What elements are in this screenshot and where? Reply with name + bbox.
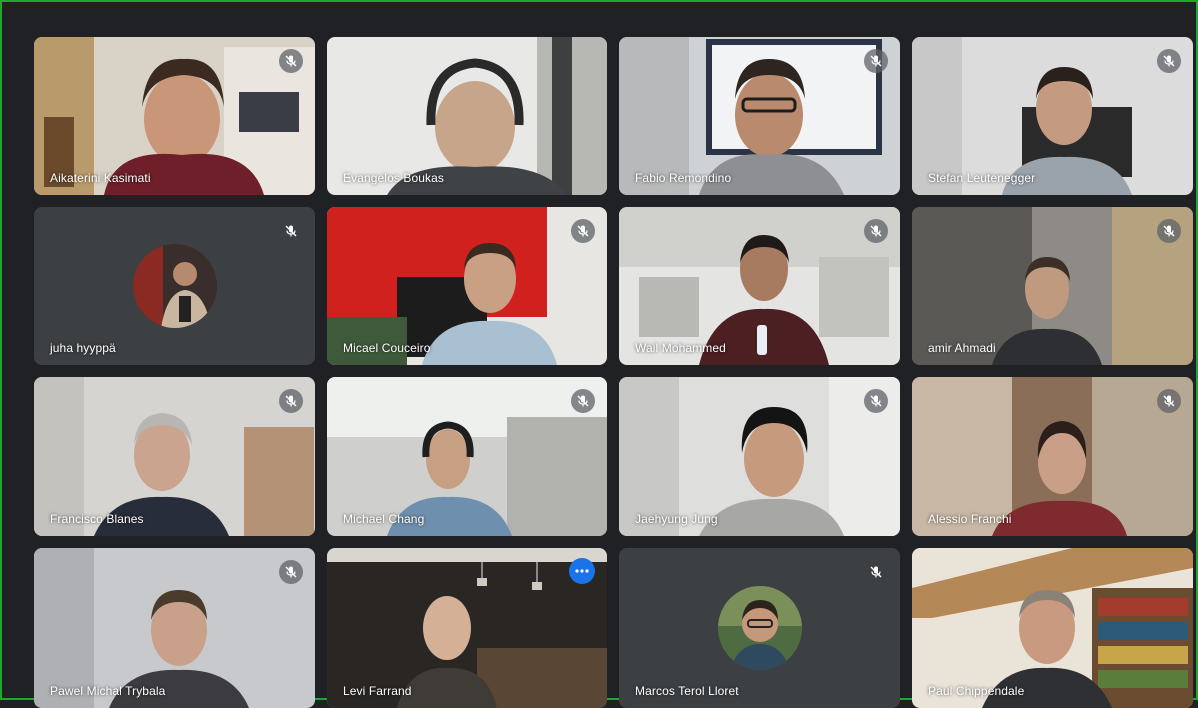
- mic-off-icon[interactable]: [864, 560, 888, 584]
- participant-name: Alessio Franchi: [928, 512, 1012, 526]
- participant-tile-wail-mohammed[interactable]: Wail Mohammed: [619, 207, 900, 365]
- participant-name: Aikaterini Kasimati: [50, 171, 151, 185]
- mic-off-icon[interactable]: [864, 49, 888, 73]
- mic-off-icon[interactable]: [571, 389, 595, 413]
- participant-tile-stefan-leutenegger[interactable]: Stefan Leutenegger: [912, 37, 1193, 195]
- participant-grid: Aikaterini Kasimati Evangelos Boukas Fab…: [34, 37, 1194, 708]
- participant-tile-paul-chippendale[interactable]: Paul Chippendale: [912, 548, 1193, 708]
- more-options-icon[interactable]: [569, 558, 595, 584]
- participant-tile-marcos-terol-lloret[interactable]: Marcos Terol Lloret: [619, 548, 900, 708]
- mic-off-icon[interactable]: [279, 49, 303, 73]
- participant-name: Evangelos Boukas: [343, 171, 444, 185]
- participant-tile-amir-ahmadi[interactable]: amir Ahmadi: [912, 207, 1193, 365]
- mic-off-icon[interactable]: [279, 560, 303, 584]
- participant-tile-fabio-remondino[interactable]: Fabio Remondino: [619, 37, 900, 195]
- participant-name: juha hyyppä: [50, 341, 116, 355]
- mic-off-icon[interactable]: [1157, 389, 1181, 413]
- mic-off-icon[interactable]: [571, 219, 595, 243]
- avatar: [717, 586, 802, 670]
- participant-tile-aikaterini-kasimati[interactable]: Aikaterini Kasimati: [34, 37, 315, 195]
- participant-name: Michael Chang: [343, 512, 425, 526]
- participant-tile-michael-chang[interactable]: Michael Chang: [327, 377, 607, 536]
- participant-name: Jaehyung Jung: [635, 512, 718, 526]
- avatar: [132, 244, 217, 328]
- mic-off-icon[interactable]: [1157, 219, 1181, 243]
- meeting-window: Aikaterini Kasimati Evangelos Boukas Fab…: [0, 0, 1198, 708]
- participant-name: Stefan Leutenegger: [928, 171, 1036, 185]
- participant-tile-levi-farrand[interactable]: Levi Farrand: [327, 548, 607, 708]
- participant-tile-evangelos-boukas[interactable]: Evangelos Boukas: [327, 37, 607, 195]
- participant-name: Levi Farrand: [343, 684, 412, 698]
- mic-off-icon[interactable]: [864, 389, 888, 413]
- mic-off-icon[interactable]: [864, 219, 888, 243]
- participant-name: amir Ahmadi: [928, 341, 996, 355]
- participant-name: Pawel Michal Trybala: [50, 684, 166, 698]
- mic-off-icon[interactable]: [279, 389, 303, 413]
- participant-tile-jaehyung-jung[interactable]: Jaehyung Jung: [619, 377, 900, 536]
- participant-name: Fabio Remondino: [635, 171, 732, 185]
- mic-off-icon[interactable]: [279, 219, 303, 243]
- participant-tile-alessio-franchi[interactable]: Alessio Franchi: [912, 377, 1193, 536]
- participant-tile-pawel-michal-trybala[interactable]: Pawel Michal Trybala: [34, 548, 315, 708]
- participant-name: Wail Mohammed: [635, 341, 726, 355]
- participant-tile-francisco-blanes[interactable]: Francisco Blanes: [34, 377, 315, 536]
- participant-tile-micael-couceiro[interactable]: Micael Couceiro: [327, 207, 607, 365]
- participant-name: Francisco Blanes: [50, 512, 144, 526]
- participant-tile-juha-hyyppa[interactable]: juha hyyppä: [34, 207, 315, 365]
- participant-name: Micael Couceiro: [343, 341, 431, 355]
- participant-name: Marcos Terol Lloret: [635, 684, 739, 698]
- participant-name: Paul Chippendale: [928, 684, 1025, 698]
- mic-off-icon[interactable]: [1157, 49, 1181, 73]
